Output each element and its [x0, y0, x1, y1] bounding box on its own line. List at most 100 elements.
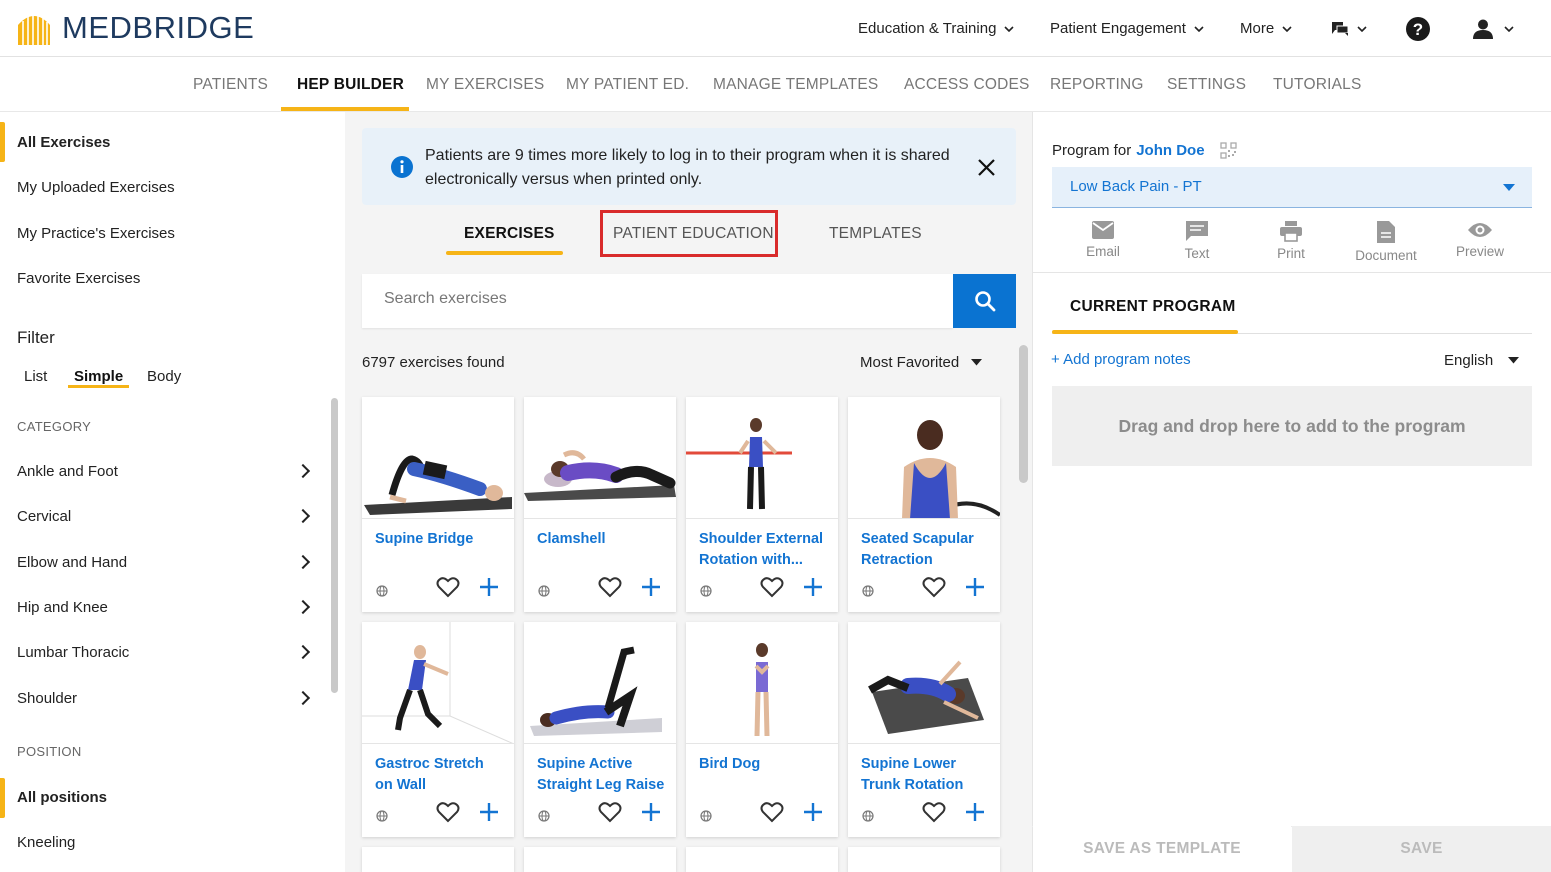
user-menu[interactable] [1472, 0, 1514, 57]
category-elbow-hand[interactable]: Elbow and Hand [17, 554, 127, 571]
exercise-title[interactable]: Supine Bridge [375, 529, 505, 550]
sidebar-item-my-uploaded[interactable]: My Uploaded Exercises [17, 179, 175, 196]
info-icon [391, 156, 413, 178]
position-all[interactable]: All positions [17, 789, 107, 806]
exercise-title[interactable]: Gastroc Stretch on Wall [375, 754, 505, 796]
heart-icon[interactable] [760, 576, 784, 598]
chevron-right-icon[interactable] [295, 690, 311, 706]
add-program-notes-link[interactable]: + Add program notes [1051, 351, 1191, 368]
exercise-card[interactable] [686, 847, 838, 872]
category-hip-knee[interactable]: Hip and Knee [17, 599, 108, 616]
print-button[interactable]: Print [1246, 220, 1336, 261]
nav-tab-access-codes[interactable]: ACCESS CODES [904, 57, 1030, 112]
tab-templates[interactable]: TEMPLATES [829, 225, 922, 243]
exercise-card[interactable]: Supine Active Straight Leg Raise [524, 622, 676, 837]
nav-tab-patients[interactable]: PATIENTS [193, 57, 268, 112]
sidebar-scrollbar[interactable] [331, 398, 338, 693]
document-button[interactable]: Document [1341, 220, 1431, 263]
search-button[interactable] [953, 274, 1016, 328]
sidebar-item-practice-exercises[interactable]: My Practice's Exercises [17, 225, 175, 242]
exercise-title[interactable]: Clamshell [537, 529, 667, 550]
chevron-right-icon[interactable] [295, 644, 311, 660]
add-icon[interactable] [478, 576, 500, 598]
nav-tab-reporting[interactable]: REPORTING [1050, 57, 1144, 112]
sort-dropdown[interactable]: Most Favorited [860, 354, 983, 371]
text-button[interactable]: Text [1152, 220, 1242, 261]
nav-tab-my-exercises[interactable]: MY EXERCISES [426, 57, 544, 112]
exercise-card[interactable]: Supine Lower Trunk Rotation [848, 622, 1000, 837]
nav-tab-settings[interactable]: SETTINGS [1167, 57, 1246, 112]
exercise-card[interactable] [524, 847, 676, 872]
messages-menu[interactable] [1331, 0, 1367, 57]
add-icon[interactable] [478, 801, 500, 823]
add-icon[interactable] [640, 576, 662, 598]
nav-tab-hep-builder[interactable]: HEP BUILDER [297, 57, 404, 112]
exercise-title[interactable]: Shoulder External Rotation with... [699, 529, 829, 571]
exercise-title[interactable]: Supine Active Straight Leg Raise [537, 754, 667, 796]
chevron-right-icon[interactable] [295, 463, 311, 479]
exercise-title[interactable]: Supine Lower Trunk Rotation [861, 754, 991, 796]
save-button[interactable]: SAVE [1292, 826, 1551, 872]
program-for-label: Program for [1052, 142, 1132, 159]
search-input[interactable] [384, 290, 924, 308]
nav-tab-manage-templates[interactable]: MANAGE TEMPLATES [713, 57, 878, 112]
category-shoulder[interactable]: Shoulder [17, 690, 77, 707]
language-dropdown[interactable]: English [1444, 352, 1520, 369]
exercise-title[interactable]: Seated Scapular Retraction [861, 529, 991, 571]
category-ankle-foot[interactable]: Ankle and Foot [17, 463, 118, 480]
heart-icon[interactable] [598, 576, 622, 598]
qr-code-icon[interactable] [1219, 142, 1237, 159]
position-kneeling[interactable]: Kneeling [17, 834, 75, 851]
tab-exercises[interactable]: EXERCISES [464, 225, 555, 243]
chevron-down-icon [1194, 25, 1204, 32]
sidebar-item-favorites[interactable]: Favorite Exercises [17, 270, 140, 287]
add-icon[interactable] [964, 576, 986, 598]
exercise-title[interactable]: Bird Dog [699, 754, 829, 775]
nav-tab-tutorials[interactable]: TUTORIALS [1273, 57, 1362, 112]
heart-icon[interactable] [436, 801, 460, 823]
save-as-template-button[interactable]: SAVE AS TEMPLATE [1033, 826, 1291, 872]
exercise-card[interactable]: Shoulder External Rotation with... [686, 397, 838, 612]
chevron-right-icon[interactable] [295, 554, 311, 570]
chevron-right-icon[interactable] [295, 508, 311, 524]
program-select[interactable]: Low Back Pain - PT [1052, 167, 1532, 208]
results-scrollbar[interactable] [1019, 345, 1028, 483]
sidebar-item-all-exercises[interactable]: All Exercises [17, 134, 110, 151]
heart-icon[interactable] [436, 576, 460, 598]
tab-patient-education[interactable]: PATIENT EDUCATION [613, 225, 774, 243]
exercise-card[interactable] [362, 847, 514, 872]
globe-icon [862, 585, 874, 597]
help-button[interactable]: ? [1405, 0, 1431, 57]
exercise-card[interactable] [848, 847, 1000, 872]
patient-name[interactable]: John Doe [1136, 142, 1204, 159]
filter-tab-list[interactable]: List [24, 368, 47, 385]
current-program-tab[interactable]: CURRENT PROGRAM [1070, 298, 1236, 316]
close-icon[interactable] [978, 159, 995, 176]
filter-tab-simple[interactable]: Simple [74, 368, 123, 385]
program-dropzone[interactable]: Drag and drop here to add to the program [1052, 386, 1532, 466]
exercise-card[interactable]: Seated Scapular Retraction [848, 397, 1000, 612]
nav-more[interactable]: More [1240, 0, 1292, 57]
medbridge-logo[interactable]: MEDBRIDGE [16, 10, 254, 46]
chevron-right-icon[interactable] [295, 599, 311, 615]
exercise-card[interactable]: Bird Dog [686, 622, 838, 837]
filter-tab-body[interactable]: Body [147, 368, 181, 385]
exercise-card[interactable]: Gastroc Stretch on Wall [362, 622, 514, 837]
email-button[interactable]: Email [1058, 220, 1148, 259]
add-icon[interactable] [802, 801, 824, 823]
preview-button[interactable]: Preview [1435, 220, 1525, 259]
add-icon[interactable] [964, 801, 986, 823]
nav-patient-engagement[interactable]: Patient Engagement [1050, 0, 1204, 57]
nav-tab-my-patient-ed[interactable]: MY PATIENT ED. [566, 57, 689, 112]
add-icon[interactable] [640, 801, 662, 823]
nav-education-training[interactable]: Education & Training [858, 0, 1014, 57]
category-cervical[interactable]: Cervical [17, 508, 71, 525]
exercise-card[interactable]: Clamshell [524, 397, 676, 612]
heart-icon[interactable] [922, 576, 946, 598]
exercise-card[interactable]: Supine Bridge [362, 397, 514, 612]
heart-icon[interactable] [598, 801, 622, 823]
add-icon[interactable] [802, 576, 824, 598]
category-lumbar-thoracic[interactable]: Lumbar Thoracic [17, 644, 129, 661]
heart-icon[interactable] [760, 801, 784, 823]
heart-icon[interactable] [922, 801, 946, 823]
